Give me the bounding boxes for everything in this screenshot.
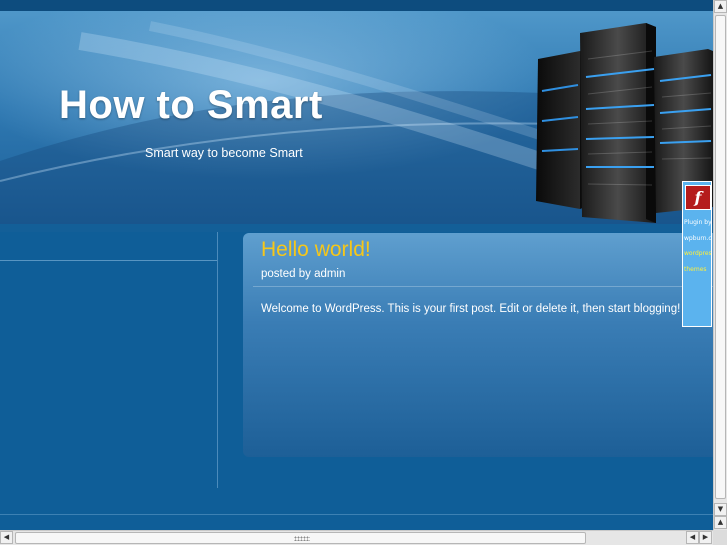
flash-plugin-widget[interactable]: f Plugin by wpburn.com wordpress themes [682, 181, 712, 327]
scroll-arrow-left-icon[interactable]: ◀ [0, 531, 13, 544]
post-divider [253, 286, 713, 287]
footer-divider [0, 514, 713, 515]
post-meta: posted by admin [261, 268, 346, 280]
vertical-scrollbar[interactable]: ▲ ▼ ▲ [713, 0, 727, 530]
horizontal-scrollbar[interactable]: ◀ ◀ ▶ [0, 530, 713, 545]
scroll-arrow-up-icon[interactable]: ▲ [714, 0, 727, 13]
site-title[interactable]: How to Smart [59, 83, 323, 128]
nav-strip [0, 224, 713, 232]
scroll-arrow-left-icon[interactable]: ◀ [686, 531, 699, 544]
site-tagline: Smart way to become Smart [145, 146, 303, 160]
post-content: Welcome to WordPress. This is your first… [261, 303, 681, 315]
sidebar [0, 232, 218, 488]
top-bar [0, 0, 713, 11]
sidebar-divider [0, 260, 217, 261]
adobe-flash-icon[interactable]: f [685, 185, 711, 210]
flash-widget-line: wpburn.com [684, 234, 712, 242]
scroll-grip [294, 536, 310, 541]
flash-widget-text: Plugin by wpburn.com wordpress themes [684, 215, 712, 278]
post-card: Hello world! posted by admin Welcome to … [243, 233, 713, 457]
scroll-arrow-up-icon[interactable]: ▲ [714, 516, 727, 529]
flash-widget-link[interactable]: themes [684, 262, 711, 278]
browser-viewport: How to Smart Smart way to become Smart H… [0, 0, 713, 530]
post-title[interactable]: Hello world! [261, 238, 371, 262]
scrollbar-corner [713, 530, 727, 545]
flash-widget-link[interactable]: wordpress [684, 246, 711, 262]
site-header: How to Smart Smart way to become Smart [0, 11, 713, 224]
scroll-arrow-right-icon[interactable]: ▶ [699, 531, 712, 544]
horizontal-scroll-thumb[interactable] [15, 532, 586, 544]
vertical-scroll-thumb[interactable] [715, 15, 726, 499]
scroll-arrow-down-icon[interactable]: ▼ [714, 503, 727, 516]
flash-widget-line: Plugin by [684, 219, 712, 226]
